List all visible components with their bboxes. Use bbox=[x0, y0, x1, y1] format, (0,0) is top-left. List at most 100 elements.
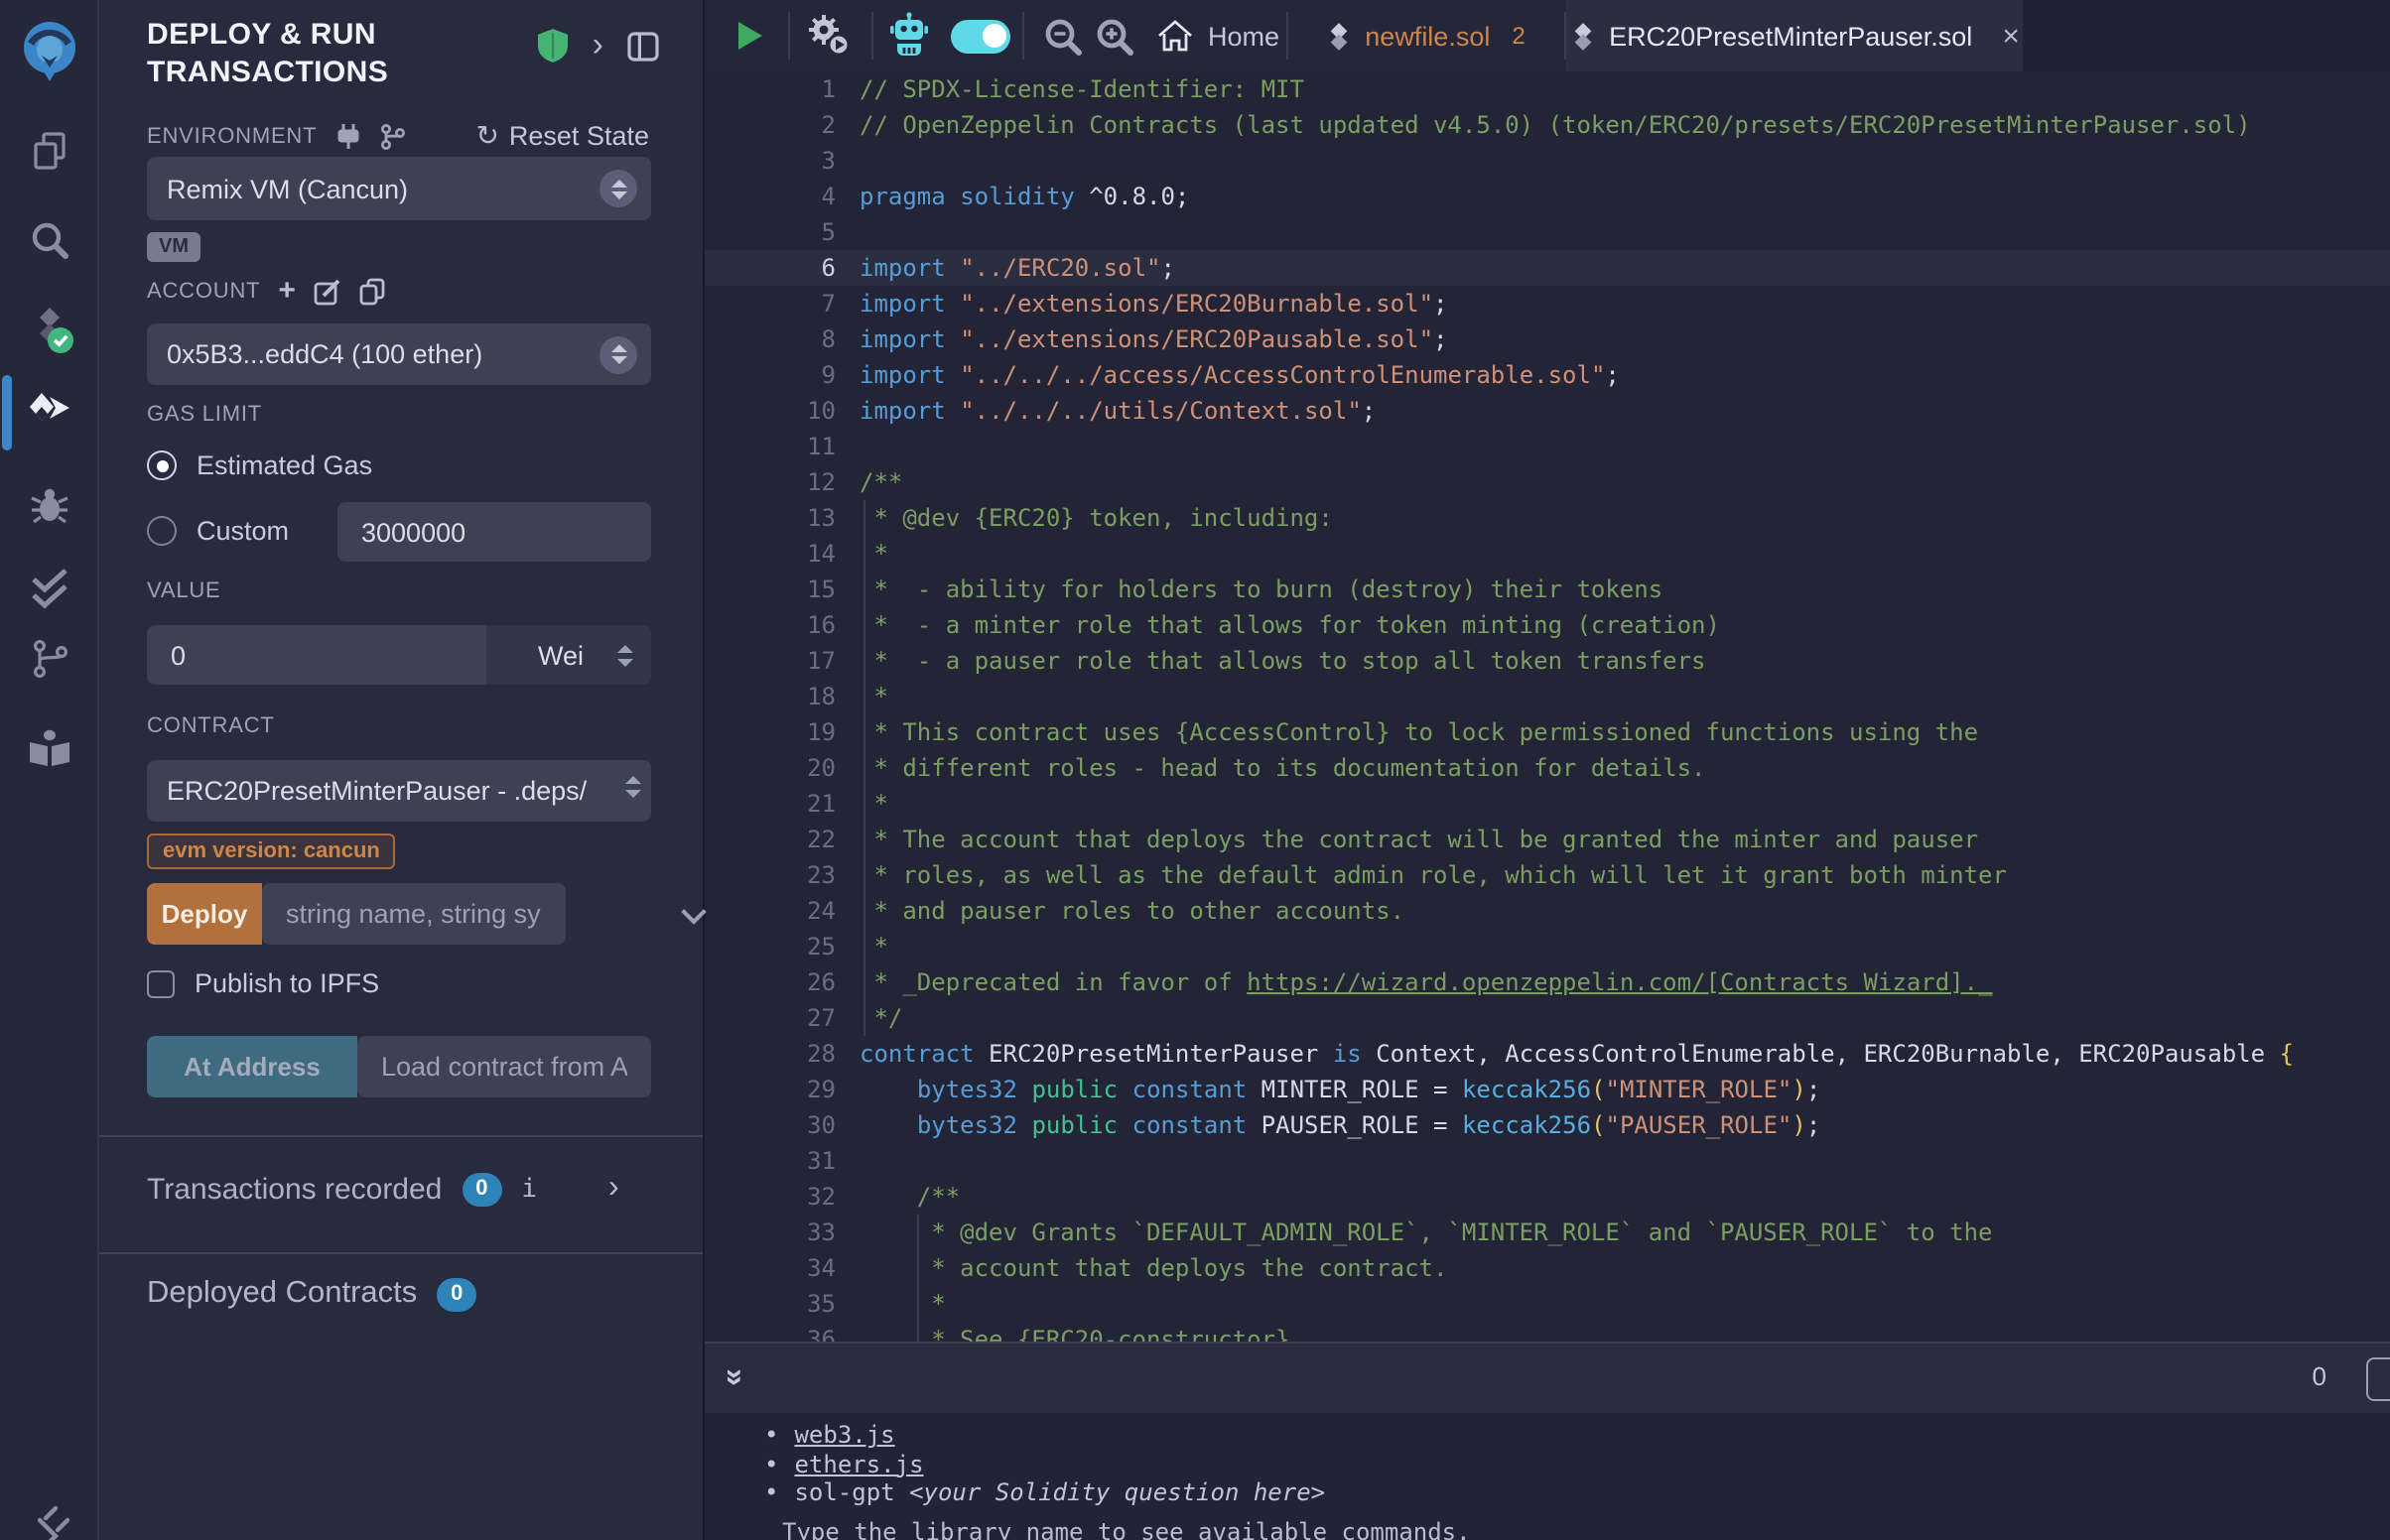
custom-gas-input[interactable] bbox=[337, 502, 651, 562]
value-input[interactable] bbox=[147, 625, 486, 685]
code-line[interactable]: 23 * roles, as well as the default admin… bbox=[705, 857, 2390, 893]
code-line[interactable]: 5 bbox=[705, 214, 2390, 250]
code-line[interactable]: 16 * - a minter role that allows for tok… bbox=[705, 607, 2390, 643]
learneth-icon[interactable] bbox=[0, 712, 99, 784]
code-line[interactable]: 10import "../../../utils/Context.sol"; bbox=[705, 393, 2390, 429]
expand-terminal-icon[interactable]: » bbox=[716, 1368, 751, 1386]
code-line[interactable]: 7import "../extensions/ERC20Burnable.sol… bbox=[705, 286, 2390, 321]
git-icon[interactable] bbox=[0, 623, 99, 695]
zoom-in-icon[interactable] bbox=[1086, 0, 1141, 71]
code-line[interactable]: 15 * - ability for holders to burn (dest… bbox=[705, 572, 2390, 607]
ai-copilot-icon[interactable] bbox=[879, 0, 939, 71]
code-line[interactable]: 31 bbox=[705, 1143, 2390, 1179]
gas-limit-label: GAS LIMIT bbox=[147, 403, 649, 427]
tab-erc20-preset[interactable]: ERC20PresetMinterPauser.sol × bbox=[1566, 0, 2023, 71]
tab-home[interactable]: Home bbox=[1149, 0, 1288, 71]
line-number: 21 bbox=[705, 786, 836, 822]
line-number: 29 bbox=[705, 1072, 836, 1107]
value-unit-select[interactable]: Wei bbox=[486, 625, 651, 685]
file-explorer-icon[interactable] bbox=[0, 115, 99, 187]
split-panel-icon[interactable] bbox=[627, 31, 659, 61]
expand-transactions-icon[interactable]: › bbox=[608, 1171, 619, 1207]
code-line[interactable]: 34 * account that deploys the contract. bbox=[705, 1250, 2390, 1286]
line-number: 30 bbox=[705, 1107, 836, 1143]
code-line[interactable]: 27 */ bbox=[705, 1000, 2390, 1036]
plug-icon[interactable] bbox=[334, 122, 360, 150]
zoom-out-icon[interactable] bbox=[1034, 0, 1090, 71]
code-line[interactable]: 28contract ERC20PresetMinterPauser is Co… bbox=[705, 1036, 2390, 1072]
code-line[interactable]: 18 * bbox=[705, 679, 2390, 714]
code-line[interactable]: 30 bytes32 public constant PAUSER_ROLE =… bbox=[705, 1107, 2390, 1143]
environment-label: ENVIRONMENT bbox=[147, 124, 317, 148]
plugin-manager-icon[interactable] bbox=[0, 1492, 99, 1540]
search-icon[interactable] bbox=[0, 204, 99, 276]
line-number: 17 bbox=[705, 643, 836, 679]
code-editor[interactable]: 1// SPDX-License-Identifier: MIT2// Open… bbox=[705, 71, 2390, 1342]
code-line[interactable]: 17 * - a pauser role that allows to stop… bbox=[705, 643, 2390, 679]
code-line[interactable]: 12/** bbox=[705, 464, 2390, 500]
select-arrows-icon bbox=[625, 776, 641, 798]
code-line[interactable]: 25 * bbox=[705, 929, 2390, 964]
line-number: 7 bbox=[705, 286, 836, 321]
line-number: 24 bbox=[705, 893, 836, 929]
custom-gas-radio[interactable] bbox=[147, 516, 177, 546]
info-icon[interactable]: i bbox=[521, 1174, 537, 1204]
code-line[interactable]: 6import "../ERC20.sol"; bbox=[705, 250, 2390, 286]
code-line[interactable]: 36 * See {ERC20-constructor}. bbox=[705, 1322, 2390, 1342]
code-line[interactable]: 9import "../../../access/AccessControlEn… bbox=[705, 357, 2390, 393]
edit-account-icon[interactable] bbox=[314, 278, 341, 306]
deploy-button[interactable]: Deploy bbox=[147, 883, 262, 945]
terminal-search-input[interactable] bbox=[2366, 1357, 2390, 1401]
code-line[interactable]: 4pragma solidity ^0.8.0; bbox=[705, 179, 2390, 214]
terminal-list-item[interactable]: •web3.js bbox=[764, 1421, 895, 1449]
code-line[interactable]: 11 bbox=[705, 429, 2390, 464]
ai-copilot-toggle[interactable] bbox=[943, 0, 1018, 71]
transactions-recorded-row[interactable]: Transactions recorded 0 i › bbox=[147, 1167, 659, 1211]
code-line[interactable]: 19 * This contract uses {AccessControl} … bbox=[705, 714, 2390, 750]
script-config-icon[interactable] bbox=[800, 0, 860, 71]
code-line[interactable]: 3 bbox=[705, 143, 2390, 179]
run-script-button[interactable] bbox=[725, 0, 776, 71]
terminal-list-item[interactable]: •ethers.js bbox=[764, 1450, 924, 1477]
tab-newfile[interactable]: newfile.sol 2 bbox=[1288, 0, 1562, 71]
copy-account-icon[interactable] bbox=[359, 278, 385, 306]
code-line[interactable]: 14 * bbox=[705, 536, 2390, 572]
publish-ipfs-checkbox[interactable] bbox=[147, 969, 175, 997]
code-line[interactable]: 24 * and pauser roles to other accounts. bbox=[705, 893, 2390, 929]
code-line[interactable]: 32 /** bbox=[705, 1179, 2390, 1215]
code-line[interactable]: 26 * _Deprecated in favor of https://wiz… bbox=[705, 964, 2390, 1000]
close-tab-icon[interactable]: × bbox=[2002, 19, 2020, 53]
reset-state-button[interactable]: ↻ Reset State bbox=[475, 119, 649, 153]
fork-icon[interactable] bbox=[378, 122, 406, 150]
line-number: 28 bbox=[705, 1036, 836, 1072]
code-line[interactable]: 29 bytes32 public constant MINTER_ROLE =… bbox=[705, 1072, 2390, 1107]
at-address-input[interactable] bbox=[357, 1036, 651, 1097]
estimated-gas-radio[interactable] bbox=[147, 450, 177, 480]
code-line[interactable]: 22 * The account that deploys the contra… bbox=[705, 822, 2390, 857]
chevron-right-icon[interactable]: › bbox=[593, 26, 603, 65]
debugger-icon[interactable] bbox=[0, 468, 99, 540]
expand-deploy-icon[interactable] bbox=[681, 899, 706, 924]
line-number: 16 bbox=[705, 607, 836, 643]
code-line[interactable]: 1// SPDX-License-Identifier: MIT bbox=[705, 71, 2390, 107]
code-line[interactable]: 20 * different roles - head to its docum… bbox=[705, 750, 2390, 786]
environment-select[interactable]: Remix VM (Cancun) bbox=[147, 157, 651, 220]
icon-rail bbox=[0, 0, 99, 1540]
contract-select[interactable]: ERC20PresetMinterPauser - .deps/ bbox=[147, 760, 651, 822]
solidity-file-icon bbox=[1569, 21, 1595, 51]
unit-testing-icon[interactable] bbox=[0, 554, 99, 625]
code-line[interactable]: 35 * bbox=[705, 1286, 2390, 1322]
code-line[interactable]: 2// OpenZeppelin Contracts (last updated… bbox=[705, 107, 2390, 143]
at-address-button[interactable]: At Address bbox=[147, 1036, 357, 1097]
remix-logo[interactable] bbox=[0, 16, 99, 87]
account-select[interactable]: 0x5B3...eddC4 (100 ether) bbox=[147, 323, 651, 385]
add-account-icon[interactable]: + bbox=[278, 280, 296, 304]
code-line[interactable]: 21 * bbox=[705, 786, 2390, 822]
code-line[interactable]: 33 * @dev Grants `DEFAULT_ADMIN_ROLE`, `… bbox=[705, 1215, 2390, 1250]
code-line[interactable]: 8import "../extensions/ERC20Pausable.sol… bbox=[705, 321, 2390, 357]
panel-title: DEPLOY & RUN TRANSACTIONS bbox=[147, 16, 484, 91]
code-line[interactable]: 13 * @dev {ERC20} token, including: bbox=[705, 500, 2390, 536]
deploy-args-input[interactable] bbox=[262, 883, 566, 945]
deploy-run-icon[interactable] bbox=[0, 377, 99, 449]
solidity-compiler-icon[interactable] bbox=[0, 294, 99, 365]
